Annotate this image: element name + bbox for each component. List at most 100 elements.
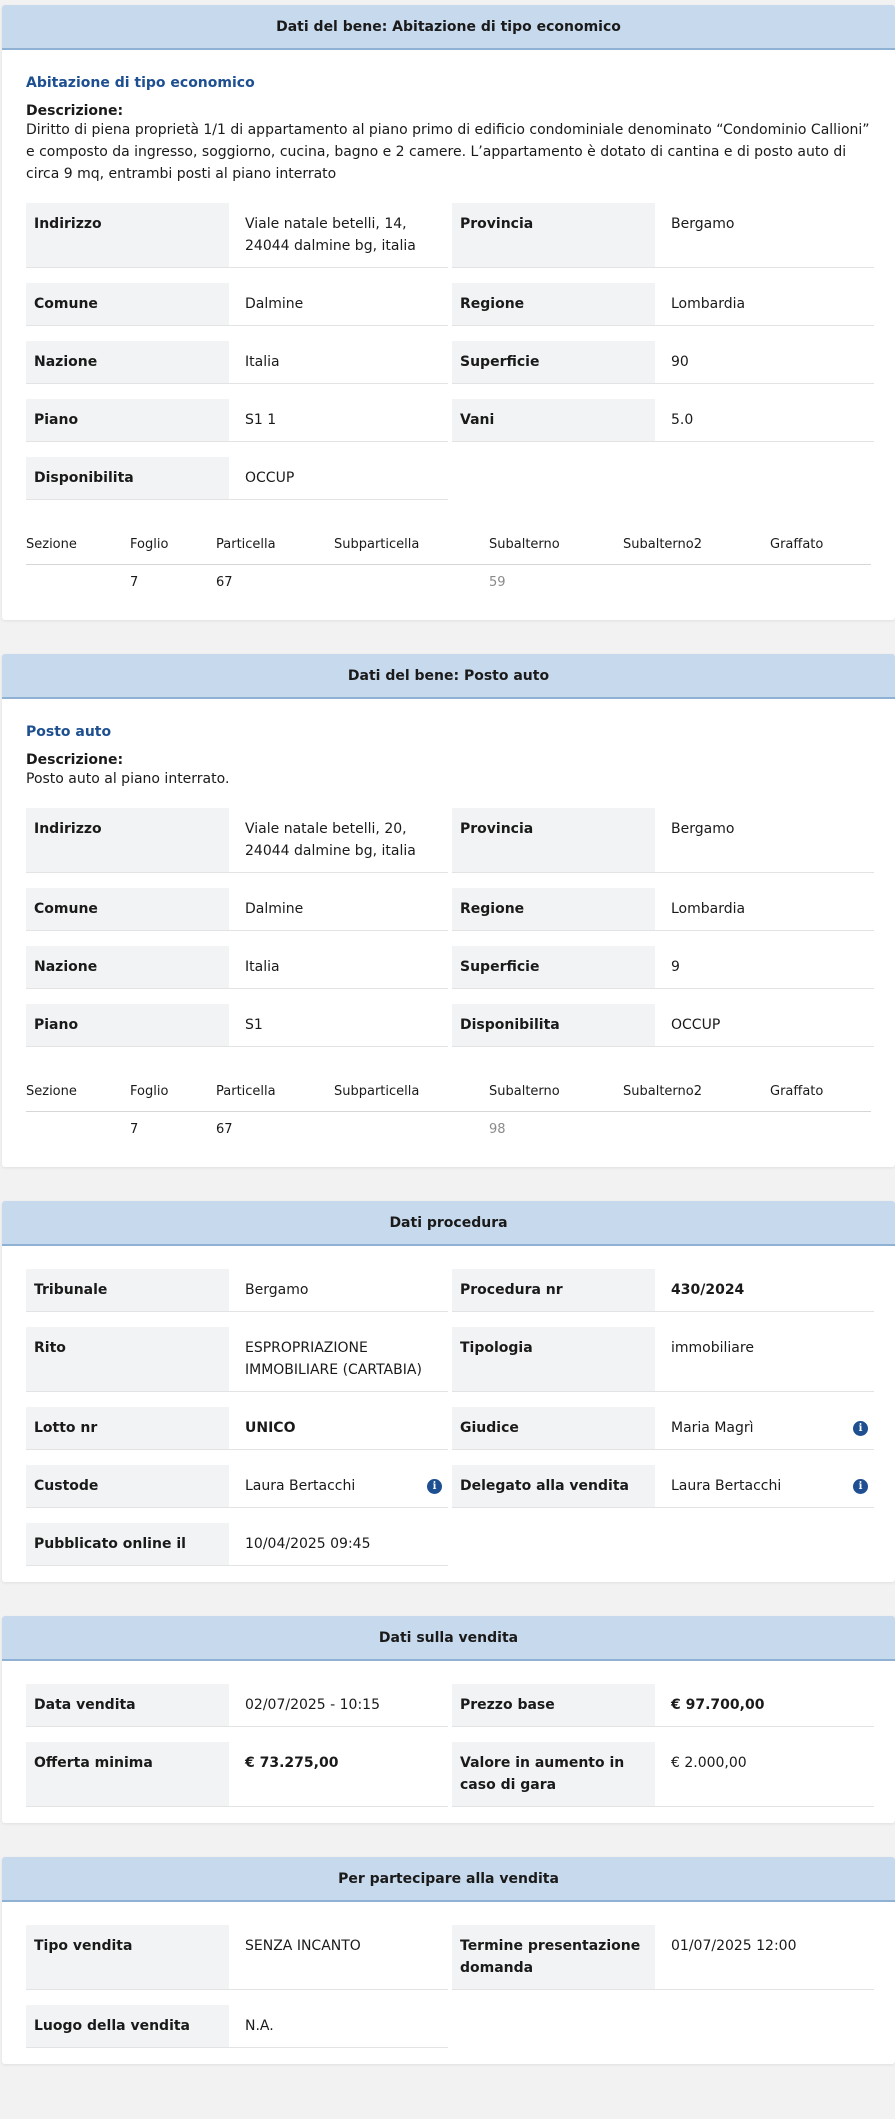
field-value: Lombardia: [671, 296, 746, 312]
field-value: S1 1: [245, 412, 277, 428]
table-row: 7 67 98: [26, 1112, 871, 1152]
field-label: Piano: [26, 399, 229, 441]
field-label: Giudice: [452, 1407, 655, 1449]
cell-particella: 67: [216, 575, 233, 590]
field-value: OCCUP: [671, 1017, 721, 1033]
field-value: Viale natale betelli, 14, 24044 dalmine …: [245, 216, 416, 254]
field-label: Superficie: [452, 946, 655, 988]
field-offerta-minima: Offerta minima € 73.275,00: [26, 1742, 448, 1807]
field-superficie: Superficie 9: [452, 946, 874, 989]
procedura-card: Dati procedura Tribunale Bergamo Procedur…: [2, 1201, 895, 1582]
field-value: € 97.700,00: [671, 1697, 765, 1713]
field-value: € 2.000,00: [671, 1755, 747, 1771]
field-value: Lombardia: [671, 901, 746, 917]
field-prezzo-base: Prezzo base € 97.700,00: [452, 1684, 874, 1727]
card-header: Dati del bene: Posto auto: [2, 654, 895, 699]
field-value: 430/2024: [671, 1282, 745, 1298]
col-subalterno2: Subalterno2: [623, 537, 770, 565]
info-icon[interactable]: i: [853, 1421, 868, 1436]
col-sezione: Sezione: [26, 1084, 130, 1112]
field-label: Procedura nr: [452, 1269, 655, 1311]
card-header: Dati sulla vendita: [2, 1616, 895, 1661]
field-value: Bergamo: [671, 821, 735, 837]
bene-title: Abitazione di tipo economico: [26, 75, 255, 91]
field-label: Rito: [26, 1327, 229, 1391]
field-value: Viale natale betelli, 20, 24044 dalmine …: [245, 821, 416, 859]
field-value: Italia: [245, 959, 280, 975]
cell-subalterno: 59: [489, 575, 506, 590]
field-regione: Regione Lombardia: [452, 888, 874, 931]
field-lotto-nr: Lotto nr UNICO: [26, 1407, 448, 1450]
field-piano: Piano S1: [26, 1004, 448, 1047]
cell-subalterno2: [623, 1112, 770, 1152]
field-value: Dalmine: [245, 901, 304, 917]
col-graffato: Graffato: [770, 537, 871, 565]
field-label: Tipologia: [452, 1327, 655, 1391]
cell-subalterno2: [623, 565, 770, 605]
field-label: Valore in aumento in caso di gara: [452, 1742, 655, 1806]
col-subparticella: Subparticella: [334, 1084, 489, 1112]
field-value: 02/07/2025 - 10:15: [245, 1697, 380, 1713]
field-label: Lotto nr: [26, 1407, 229, 1449]
col-subalterno: Subalterno: [489, 537, 623, 565]
field-label: Nazione: [26, 946, 229, 988]
col-subalterno2: Subalterno2: [623, 1084, 770, 1112]
catasto-table: Sezione Foglio Particella Subparticella …: [26, 1084, 871, 1151]
col-foglio: Foglio: [130, 1084, 216, 1112]
field-delegato: Delegato alla vendita Laura Bertacchi i: [452, 1465, 874, 1508]
info-icon[interactable]: i: [427, 1479, 442, 1494]
field-value: SENZA INCANTO: [245, 1938, 361, 1954]
field-label: Indirizzo: [26, 808, 229, 872]
description-label: Descrizione:: [26, 103, 124, 119]
field-regione: Regione Lombardia: [452, 283, 874, 326]
field-label: Provincia: [452, 808, 655, 872]
field-label: Regione: [452, 888, 655, 930]
field-label: Comune: [26, 888, 229, 930]
field-data-vendita: Data vendita 02/07/2025 - 10:15: [26, 1684, 448, 1727]
field-value: ESPROPRIAZIONE IMMOBILIARE (CARTABIA): [245, 1340, 422, 1378]
cell-sezione: [26, 565, 130, 605]
field-luogo-vendita: Luogo della vendita N.A.: [26, 2005, 448, 2048]
field-value: Italia: [245, 354, 280, 370]
field-giudice: Giudice Maria Magrì i: [452, 1407, 874, 1450]
field-value: Maria Magrì: [671, 1420, 754, 1436]
catasto-table: Sezione Foglio Particella Subparticella …: [26, 537, 871, 604]
field-termine-presentazione: Termine presentazione domanda 01/07/2025 …: [452, 1925, 874, 1990]
field-pubblicato: Pubblicato online il 10/04/2025 09:45: [26, 1523, 448, 1566]
info-icon[interactable]: i: [853, 1479, 868, 1494]
field-provincia: Provincia Bergamo: [452, 808, 874, 873]
field-label: Data vendita: [26, 1684, 229, 1726]
cell-subparticella: [334, 1112, 489, 1152]
cell-foglio: 7: [130, 575, 139, 590]
field-value: 9: [671, 959, 680, 975]
field-label: Tribunale: [26, 1269, 229, 1311]
col-particella: Particella: [216, 537, 334, 565]
field-label: Indirizzo: [26, 203, 229, 267]
field-label: Piano: [26, 1004, 229, 1046]
field-valore-aumento: Valore in aumento in caso di gara € 2.000…: [452, 1742, 874, 1807]
field-label: Disponibilita: [26, 457, 229, 499]
field-provincia: Provincia Bergamo: [452, 203, 874, 268]
field-comune: Comune Dalmine: [26, 888, 448, 931]
field-value: Bergamo: [671, 216, 735, 232]
field-label: Custode: [26, 1465, 229, 1507]
col-graffato: Graffato: [770, 1084, 871, 1112]
field-tribunale: Tribunale Bergamo: [26, 1269, 448, 1312]
cell-graffato: [770, 565, 871, 605]
field-label: Provincia: [452, 203, 655, 267]
field-value: 5.0: [671, 412, 694, 428]
field-value: Laura Bertacchi: [671, 1478, 782, 1494]
field-label: Termine presentazione domanda: [452, 1925, 655, 1989]
col-foglio: Foglio: [130, 537, 216, 565]
field-value: 01/07/2025 12:00: [671, 1938, 797, 1954]
field-nazione: Nazione Italia: [26, 946, 448, 989]
field-value: 10/04/2025 09:45: [245, 1536, 371, 1552]
col-subalterno: Subalterno: [489, 1084, 623, 1112]
field-value: Dalmine: [245, 296, 304, 312]
card-header: Dati del bene: Abitazione di tipo econom…: [2, 5, 895, 50]
field-rito: Rito ESPROPRIAZIONE IMMOBILIARE (CARTABIA…: [26, 1327, 448, 1392]
field-indirizzo: Indirizzo Viale natale betelli, 14, 24044…: [26, 203, 448, 268]
field-value: 90: [671, 354, 689, 370]
cell-sezione: [26, 1112, 130, 1152]
field-label: Nazione: [26, 341, 229, 383]
